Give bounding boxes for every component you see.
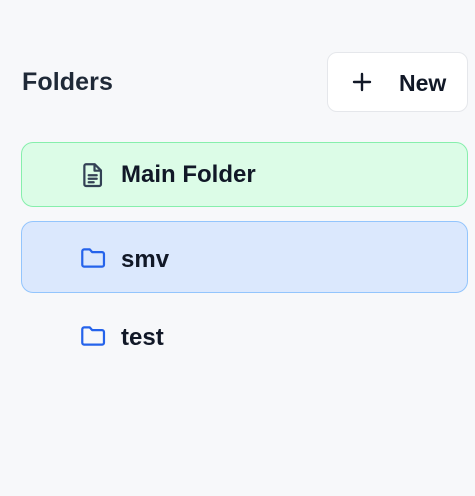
new-folder-button[interactable]: New (327, 52, 468, 112)
folder-icon (81, 326, 106, 346)
folders-panel: Folders New Main Folder smv test (0, 0, 475, 496)
document-icon (83, 163, 103, 188)
folder-item-smv[interactable]: smv (21, 221, 468, 293)
folder-name: test (121, 324, 164, 351)
folder-item-main-folder[interactable]: Main Folder (21, 142, 468, 207)
plus-icon (352, 72, 372, 92)
folder-name: Main Folder (121, 161, 256, 188)
new-button-label: New (399, 70, 447, 96)
folders-header: Folders New (22, 52, 468, 114)
folder-icon (81, 248, 106, 268)
folder-name: smv (121, 246, 170, 273)
folder-item-test[interactable]: test (21, 303, 468, 371)
page-title: Folders (22, 68, 113, 96)
